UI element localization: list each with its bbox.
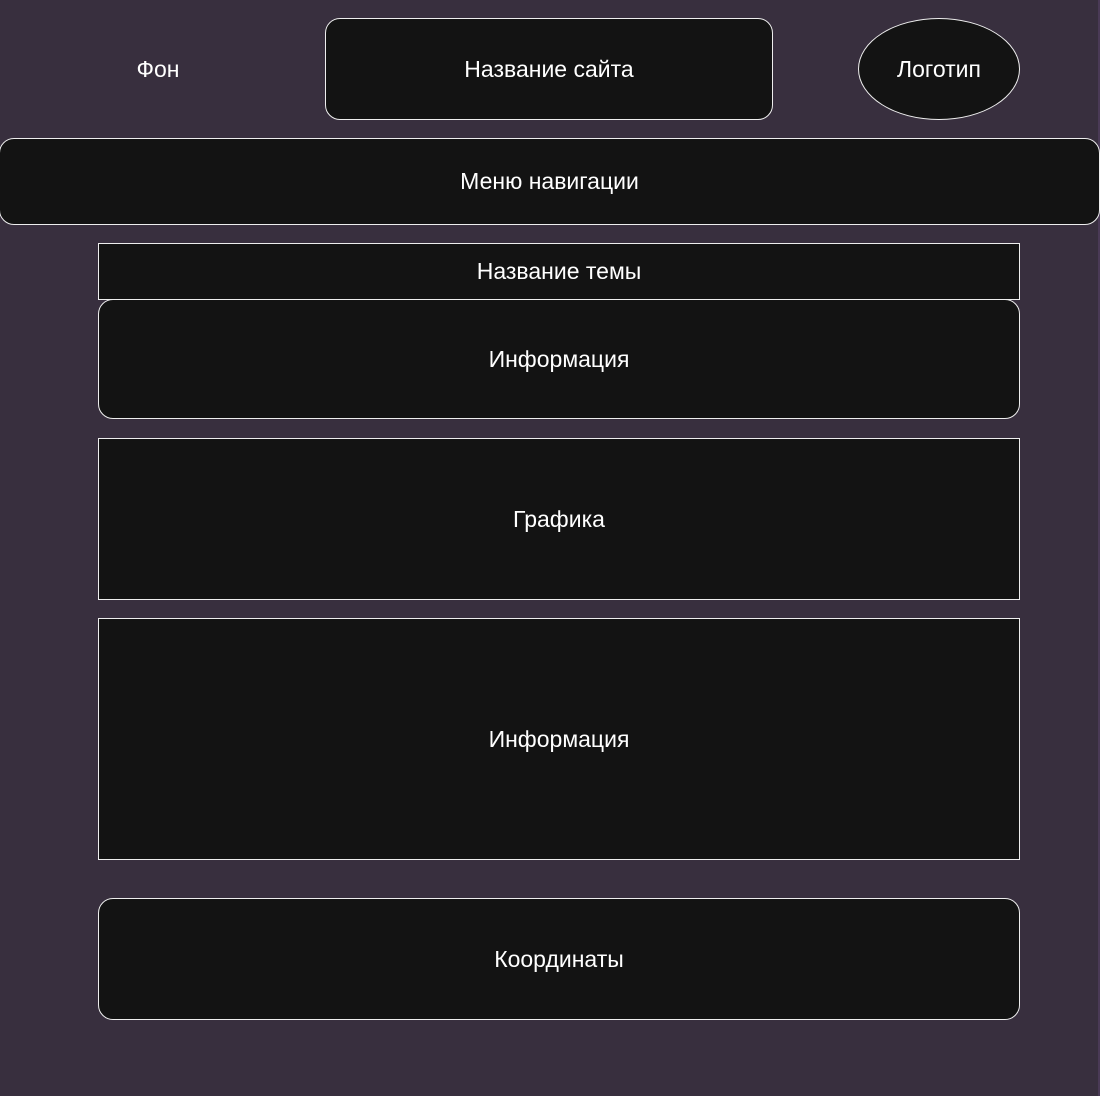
coordinates-block: Координаты <box>98 898 1020 1020</box>
navigation-menu-block: Меню навигации <box>0 138 1100 225</box>
wireframe-canvas: Фон Название сайта Логотип Меню навигаци… <box>0 0 1100 1096</box>
info-block-top: Информация <box>98 299 1020 419</box>
info-block-bottom: Информация <box>98 618 1020 860</box>
background-label: Фон <box>136 55 180 82</box>
topic-title-block: Название темы <box>98 243 1020 300</box>
graphics-block: Графика <box>98 438 1020 600</box>
logo-placeholder: Логотип <box>858 18 1020 120</box>
site-title-block: Название сайта <box>325 18 773 120</box>
